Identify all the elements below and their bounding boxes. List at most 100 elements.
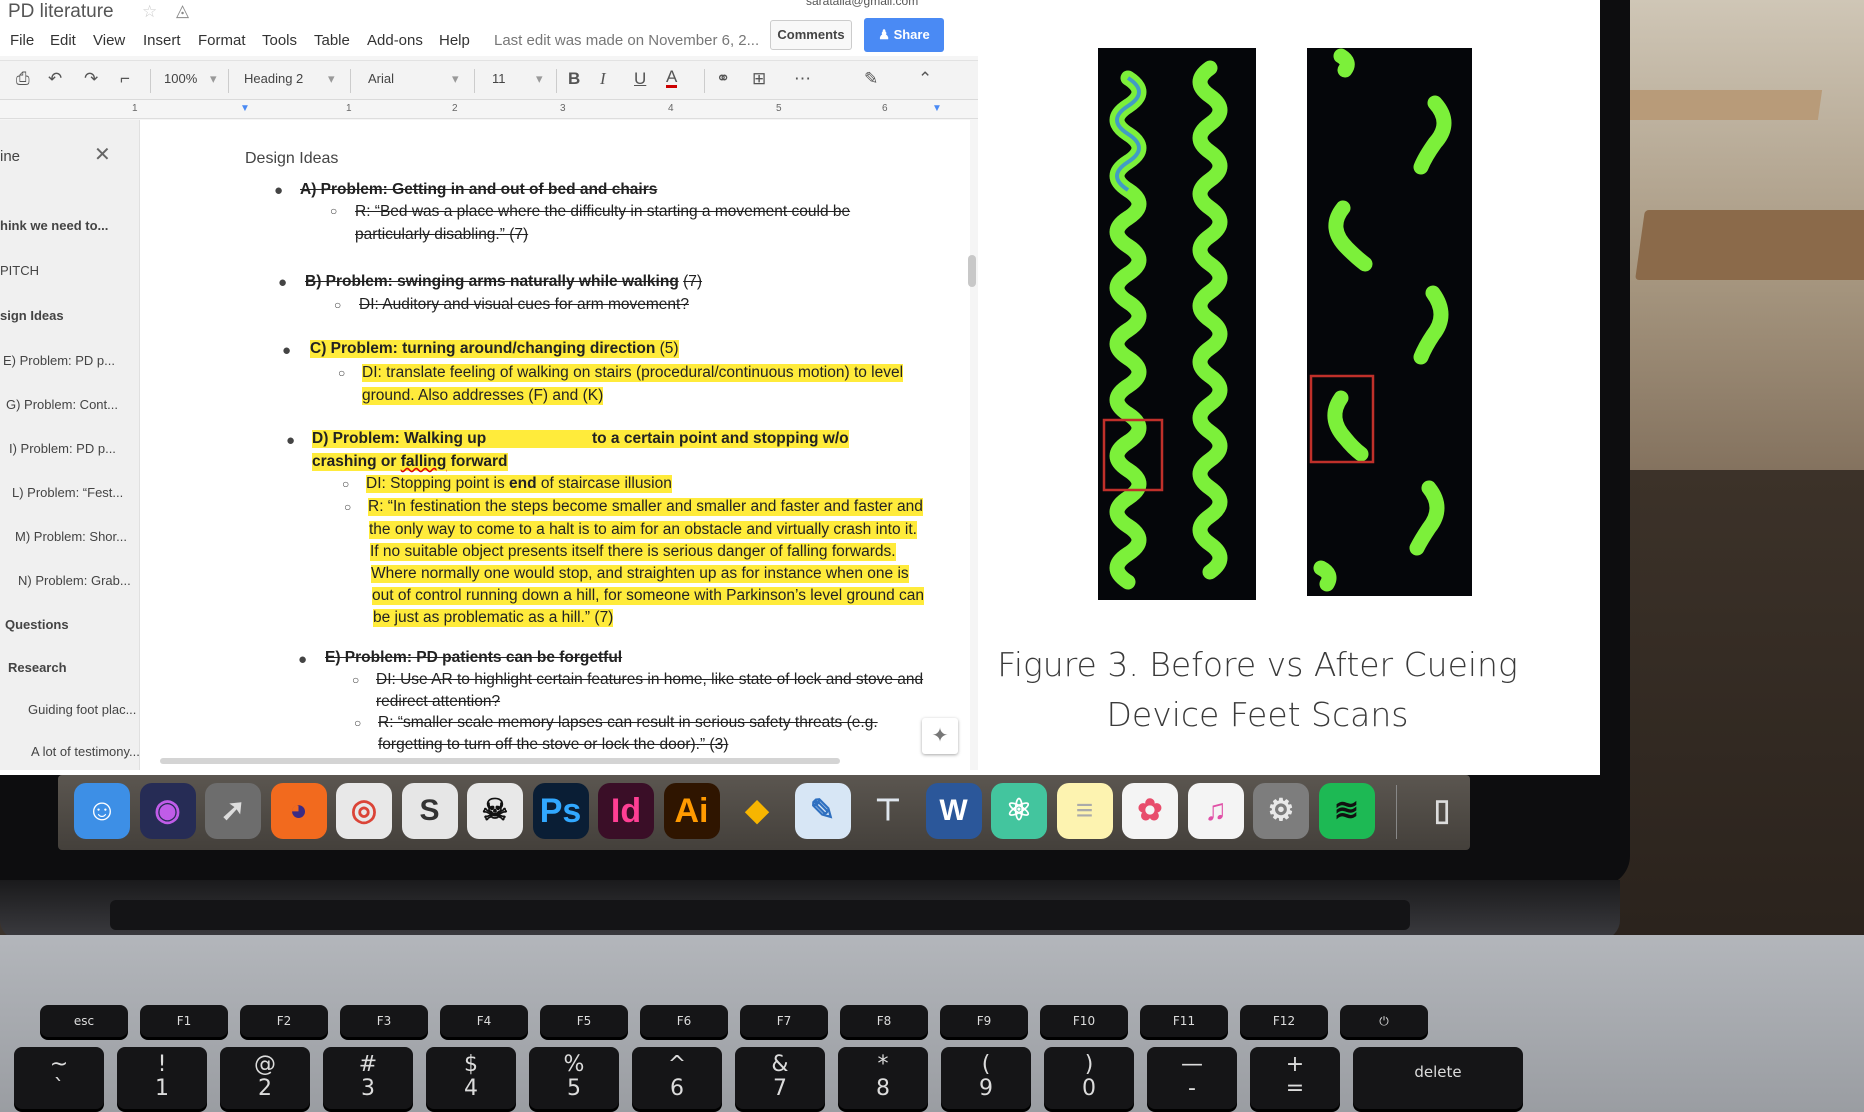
print-icon[interactable]: ⎙ <box>16 69 30 89</box>
key-4[interactable]: $4 <box>426 1047 516 1109</box>
key-f6[interactable]: F6 <box>640 1005 728 1037</box>
account-email[interactable]: saratalla@gmail.com <box>806 0 918 8</box>
key-f4[interactable]: F4 <box>440 1005 528 1037</box>
key-=[interactable]: + = <box>1250 1047 1340 1109</box>
outline-item[interactable]: I) Problem: PD p... <box>9 441 116 456</box>
paint-format-icon[interactable]: ⌐ <box>120 69 130 89</box>
menu-edit[interactable]: Edit <box>50 32 76 49</box>
key-8[interactable]: * 8 <box>838 1047 928 1109</box>
ruler[interactable]: 1 ▼ 1 2 3 4 5 6 ▼ <box>0 101 978 119</box>
font-size-select[interactable]: 11 <box>492 71 506 86</box>
last-edit-status[interactable]: Last edit was made on November 6, 2... <box>494 32 759 49</box>
key-f3[interactable]: F3 <box>340 1005 428 1037</box>
skull-app-icon[interactable]: ☠ <box>467 783 523 839</box>
chrome-icon[interactable]: ◎ <box>336 783 392 839</box>
outline-item[interactable]: A lot of testimony... <box>31 744 140 759</box>
comments-button[interactable]: Comments <box>770 20 852 50</box>
key-3[interactable]: #3 <box>323 1047 413 1109</box>
outline-item[interactable]: E) Problem: PD p... <box>3 353 115 368</box>
spotify-icon[interactable]: ≋ <box>1318 783 1375 839</box>
trash-icon[interactable]: ▯ <box>1414 783 1470 839</box>
horizontal-scrollbar[interactable] <box>160 758 840 764</box>
outline-item[interactable]: Research <box>8 660 67 675</box>
key-f10[interactable]: F10 <box>1040 1005 1128 1037</box>
doc-title[interactable]: PD literature <box>8 1 114 23</box>
illustrator-icon[interactable]: Ai <box>663 783 720 839</box>
font-select[interactable]: Arial <box>368 71 394 86</box>
menu-format[interactable]: Format <box>198 32 246 49</box>
explore-icon[interactable]: ✦ <box>922 718 958 754</box>
key-7[interactable]: & 7 <box>735 1047 825 1109</box>
siri-icon[interactable]: ◉ <box>139 783 196 839</box>
preview-icon[interactable]: ✎ <box>794 783 851 839</box>
menu-insert[interactable]: Insert <box>143 32 181 49</box>
outline-item[interactable]: hink we need to... <box>0 218 108 233</box>
key-f9[interactable]: F9 <box>940 1005 1028 1037</box>
photos-icon[interactable]: ✿ <box>1122 783 1178 839</box>
underline-icon[interactable]: U <box>634 69 646 89</box>
outline-item[interactable]: N) Problem: Grab... <box>18 573 131 588</box>
italic-icon[interactable]: I <box>600 69 606 89</box>
outline-item[interactable]: Questions <box>5 617 69 632</box>
outline-item[interactable]: PITCH <box>0 263 39 278</box>
outline-item[interactable]: G) Problem: Cont... <box>6 397 118 412</box>
more-icon[interactable]: ⋯ <box>794 69 811 89</box>
close-icon[interactable]: ✕ <box>94 142 111 167</box>
document-page[interactable]: Design Ideas ● A) Problem: Getting in an… <box>140 120 970 770</box>
menu-view[interactable]: View <box>93 32 125 49</box>
outline-item[interactable]: L) Problem: “Fest... <box>12 485 123 500</box>
pencil-icon[interactable]: ✎ <box>864 69 878 89</box>
key-6[interactable]: ^ 6 <box>632 1047 722 1109</box>
key-9[interactable]: (9 <box>941 1047 1031 1109</box>
indesign-icon[interactable]: Id <box>598 783 654 839</box>
star-icon[interactable]: ☆ <box>142 2 157 22</box>
key--[interactable]: — - <box>1147 1047 1237 1109</box>
key-f2[interactable]: F2 <box>240 1005 328 1037</box>
key-2[interactable]: @2 <box>220 1047 310 1109</box>
outline-item[interactable]: Guiding foot plac... <box>28 702 136 717</box>
key-f5[interactable]: F5 <box>540 1005 628 1037</box>
undo-icon[interactable]: ↶ <box>48 69 62 89</box>
menu-table[interactable]: Table <box>314 32 350 49</box>
sketch-icon[interactable]: ◆ <box>729 783 785 839</box>
scrivener-icon[interactable]: S <box>401 783 458 839</box>
keynote-icon[interactable]: ⊤ <box>860 783 916 839</box>
launchpad-icon[interactable]: ➚ <box>205 783 261 839</box>
indent-marker-icon[interactable]: ▼ <box>240 103 250 114</box>
outline-item[interactable]: sign Ideas <box>0 308 64 323</box>
key-1[interactable]: ! 1 <box>117 1047 207 1109</box>
key-power[interactable]: ⏻ <box>1340 1005 1428 1037</box>
share-button[interactable]: ♟ Share <box>864 18 944 52</box>
text-color-icon[interactable]: A <box>666 68 678 88</box>
right-indent-marker-icon[interactable]: ▼ <box>932 103 942 114</box>
key-0[interactable]: ) 0 <box>1044 1047 1134 1109</box>
redo-icon[interactable]: ↷ <box>84 69 98 89</box>
link-icon[interactable]: ⚭ <box>716 69 730 89</box>
system-preferences-icon[interactable]: ⚙ <box>1253 783 1309 839</box>
style-select[interactable]: Heading 2 <box>244 71 303 86</box>
itunes-icon[interactable]: ♫ <box>1187 783 1244 839</box>
menu-file[interactable]: File <box>10 32 34 49</box>
menu-tools[interactable]: Tools <box>262 32 297 49</box>
key-f12[interactable]: F12 <box>1240 1005 1328 1037</box>
key-5[interactable]: % 5 <box>529 1047 619 1109</box>
firefox-icon[interactable]: ◕ <box>270 783 327 839</box>
outline-item[interactable]: ine <box>0 148 20 165</box>
drive-folder-icon[interactable]: ◬ <box>176 1 189 21</box>
finder-icon[interactable]: ☺ <box>74 783 130 839</box>
bold-icon[interactable]: B <box>568 69 580 89</box>
word-icon[interactable]: W <box>925 783 982 839</box>
menu-addons[interactable]: Add-ons <box>367 32 423 49</box>
key-f7[interactable]: F7 <box>740 1005 828 1037</box>
vertical-scrollbar[interactable] <box>968 255 976 287</box>
outline-item[interactable]: M) Problem: Shor... <box>15 529 127 544</box>
key-f11[interactable]: F11 <box>1140 1005 1228 1037</box>
menu-help[interactable]: Help <box>439 32 470 49</box>
key-esc[interactable]: esc <box>40 1005 128 1037</box>
insert-comment-icon[interactable]: ⊞ <box>752 69 766 89</box>
key-f8[interactable]: F8 <box>840 1005 928 1037</box>
key-`[interactable]: ~ ` <box>14 1047 104 1109</box>
key-delete[interactable]: delete <box>1353 1047 1523 1109</box>
zoom-select[interactable]: 100% <box>164 71 197 86</box>
collapse-icon[interactable]: ⌃ <box>918 69 932 89</box>
